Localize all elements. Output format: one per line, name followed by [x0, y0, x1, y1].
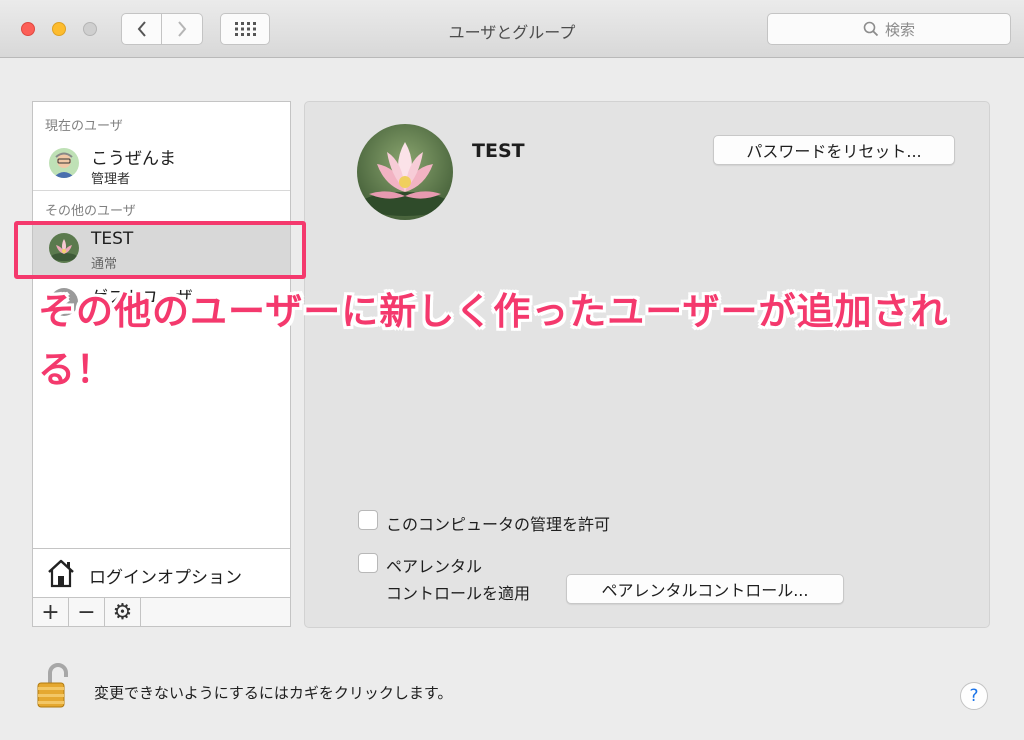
reset-password-button[interactable]: パスワードをリセット...: [713, 135, 955, 165]
parental-controls-checkbox[interactable]: [358, 553, 378, 573]
search-icon: [863, 21, 879, 37]
parental-controls-label-line2: コントロールを適用: [386, 584, 531, 603]
list-toolbar: + − ⚙: [32, 597, 291, 627]
login-options-item[interactable]: ログインオプション: [32, 548, 291, 598]
user-name: こうぜんま: [91, 149, 176, 169]
annotation-text: その他のユーザーに新しく作ったユーザーが追加される！: [38, 290, 949, 391]
other-users-header: その他のユーザ: [45, 204, 136, 219]
avatar: [49, 148, 79, 178]
highlight-box: [14, 221, 306, 279]
login-options-label: ログインオプション: [89, 568, 242, 588]
user-full-name: TEST: [472, 140, 525, 162]
user-role: 管理者: [91, 172, 131, 187]
allow-admin-checkbox[interactable]: [358, 510, 378, 530]
search-placeholder: 検索: [884, 20, 915, 39]
gear-icon[interactable]: ⚙: [105, 598, 141, 626]
parental-controls-label-line1: ペアレンタル: [386, 557, 483, 576]
help-button[interactable]: ?: [960, 682, 988, 710]
current-users-header: 現在のユーザ: [45, 119, 123, 134]
add-user-button[interactable]: +: [33, 598, 69, 626]
remove-user-button[interactable]: −: [69, 598, 105, 626]
lock-icon[interactable]: [36, 661, 70, 715]
allow-admin-label: このコンピュータの管理を許可: [386, 515, 611, 534]
title-bar: ユーザとグループ 検索: [0, 0, 1024, 58]
house-icon: [48, 559, 74, 588]
lock-status-text: 変更できないようにするにはカギをクリックします。: [94, 684, 453, 702]
search-field[interactable]: 検索: [767, 13, 1011, 45]
parental-controls-button[interactable]: ペアレンタルコントロール...: [566, 574, 844, 604]
user-row-current[interactable]: こうぜんま 管理者: [33, 138, 290, 190]
list-divider: [33, 190, 290, 191]
user-picture[interactable]: [357, 124, 453, 220]
